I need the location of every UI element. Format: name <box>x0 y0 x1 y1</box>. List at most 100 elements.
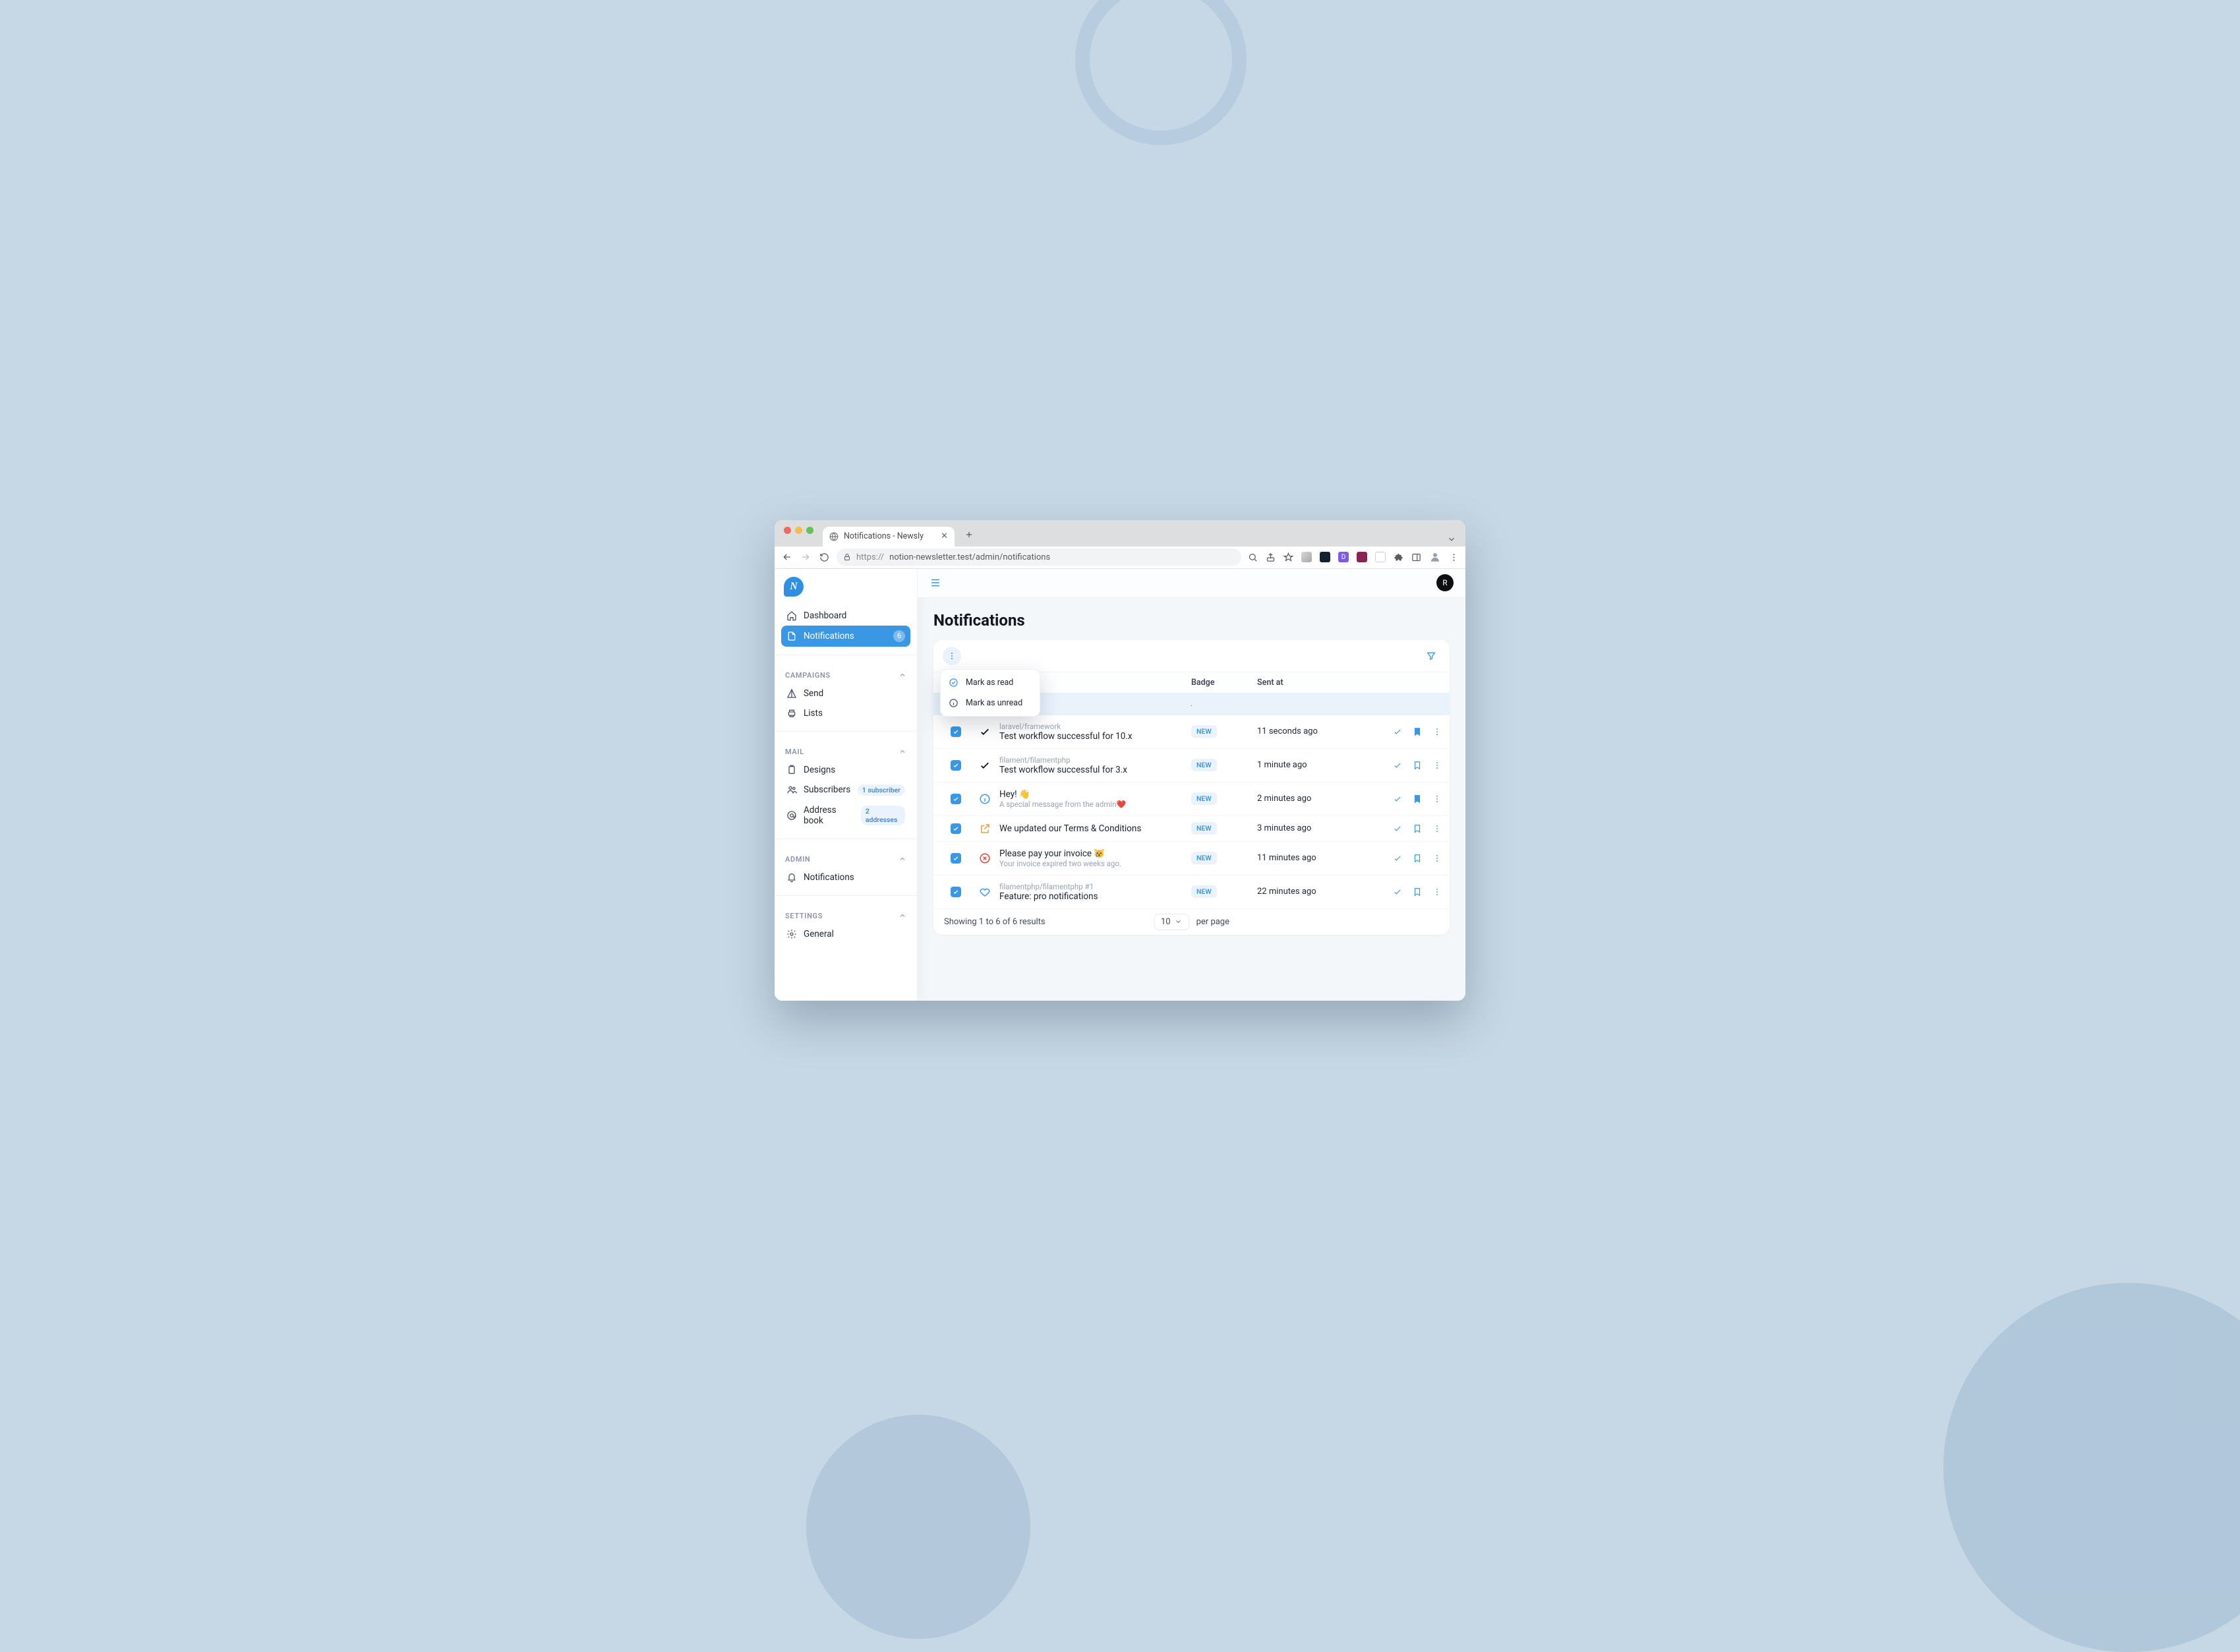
sidebar-item-addressbook[interactable]: Address book 2 addresses <box>781 800 910 831</box>
row-more[interactable] <box>1432 887 1442 897</box>
profile-icon[interactable] <box>1429 551 1441 563</box>
sidebar-heading[interactable]: SETTINGS <box>781 905 910 924</box>
row-more[interactable] <box>1432 824 1442 833</box>
tabs-chevron[interactable] <box>1443 535 1460 544</box>
row-read-check[interactable] <box>1393 761 1402 770</box>
share-icon[interactable] <box>1266 552 1276 562</box>
window-max-dot[interactable] <box>806 527 813 534</box>
mark-read-item[interactable]: Mark as read <box>941 672 1040 693</box>
row-read-check[interactable] <box>1393 727 1402 736</box>
close-icon[interactable]: ✕ <box>941 531 948 541</box>
row-more[interactable] <box>1432 727 1442 736</box>
table-row[interactable]: We updated our Terms & ConditionsNEW3 mi… <box>933 815 1450 841</box>
chevron-up-icon <box>899 748 906 755</box>
row-bookmark[interactable] <box>1413 887 1422 897</box>
row-title: Hey! 👋 <box>999 789 1191 800</box>
row-bookmark[interactable] <box>1413 854 1422 863</box>
extension-icon[interactable] <box>1357 552 1367 562</box>
puzzle-icon[interactable] <box>1394 552 1403 562</box>
row-subtitle: A special message from the admin❤️ <box>999 800 1191 809</box>
menu-item-label: Mark as read <box>966 678 1013 688</box>
row-title: Feature: pro notifications <box>999 891 1191 902</box>
window-close-dot[interactable] <box>784 527 791 534</box>
row-type-icon <box>970 886 999 898</box>
row-checkbox[interactable] <box>951 853 961 864</box>
gear-icon <box>786 929 797 939</box>
tab-title: Notifications - Newsly <box>844 531 924 541</box>
row-checkbox[interactable] <box>951 726 961 737</box>
sidebar-item-general[interactable]: General <box>781 924 910 944</box>
lock-icon <box>843 553 851 561</box>
row-read-check[interactable] <box>1393 854 1402 863</box>
window-min-dot[interactable] <box>795 527 802 534</box>
sidebar-item-subscribers[interactable]: Subscribers 1 subscriber <box>781 780 910 800</box>
row-bookmark[interactable] <box>1413 761 1422 770</box>
row-read-check[interactable] <box>1393 794 1402 804</box>
row-sent: 22 minutes ago <box>1257 887 1376 897</box>
row-actions <box>1376 887 1442 897</box>
url-input[interactable]: https://notion-newsletter.test/admin/not… <box>837 548 1241 566</box>
search-icon[interactable] <box>1248 552 1258 562</box>
col-badge[interactable]: Badge <box>1191 678 1257 688</box>
row-checkbox[interactable] <box>951 794 961 804</box>
row-sent: 3 minutes ago <box>1257 823 1376 833</box>
table-row[interactable]: filament/filamentphpTest workflow succes… <box>933 748 1450 782</box>
sidebar-heading[interactable]: MAIL <box>781 741 910 760</box>
sidebar-item-notifications[interactable]: Notifications 6 <box>781 626 910 647</box>
extension-icon[interactable] <box>1320 552 1330 562</box>
row-bookmark[interactable] <box>1413 824 1422 833</box>
nav-forward[interactable] <box>800 552 811 562</box>
table-row[interactable]: Hey! 👋A special message from the admin❤️… <box>933 782 1450 815</box>
filter-button[interactable] <box>1422 647 1440 665</box>
row-checkbox[interactable] <box>951 823 961 834</box>
sidebar-toggle[interactable] <box>929 577 941 589</box>
new-tab-button[interactable] <box>960 525 978 544</box>
avatar[interactable]: R <box>1436 574 1454 591</box>
row-more[interactable] <box>1432 854 1442 863</box>
row-bookmark[interactable] <box>1413 727 1422 736</box>
panel-icon[interactable] <box>1411 552 1421 562</box>
sidebar-item-admin-notifications[interactable]: Notifications <box>781 868 910 887</box>
app-root: N Dashboard Notifications 6 CAMPAIGNS <box>775 569 1465 1001</box>
browser-tab[interactable]: Notifications - Newsly ✕ <box>823 527 955 546</box>
per-page-select[interactable]: 10 <box>1154 914 1190 930</box>
bulk-actions-button[interactable] <box>943 647 961 665</box>
table-row[interactable]: filamentphp/filamentphp #1Feature: pro n… <box>933 875 1450 908</box>
sidebar-item-designs[interactable]: Designs <box>781 760 910 780</box>
row-bookmark[interactable] <box>1413 794 1422 804</box>
sidebar-heading[interactable]: CAMPAIGNS <box>781 664 910 684</box>
extension-icon[interactable]: D <box>1338 552 1349 562</box>
row-read-check[interactable] <box>1393 887 1402 897</box>
row-text: Please pay your invoice 😿Your invoice ex… <box>999 848 1191 868</box>
row-type-icon <box>970 823 999 835</box>
sidebar-item-send[interactable]: Send <box>781 684 910 703</box>
sidebar-item-dashboard[interactable]: Dashboard <box>781 606 910 626</box>
col-sent[interactable]: Sent at <box>1257 678 1376 688</box>
arrow-left-icon <box>782 552 792 562</box>
row-more[interactable] <box>1432 761 1442 770</box>
sidebar-badge: 6 <box>893 630 905 642</box>
row-type-icon <box>970 726 999 738</box>
table-row[interactable]: laravel/frameworkTest workflow successfu… <box>933 715 1450 748</box>
row-checkbox[interactable] <box>951 760 961 771</box>
notifications-card: Mark as read Mark as unread Badge Sent a… <box>933 640 1450 935</box>
table-row[interactable]: Please pay your invoice 😿Your invoice ex… <box>933 841 1450 875</box>
nav-back[interactable] <box>781 552 793 562</box>
nav-reload[interactable] <box>818 552 830 562</box>
select-all-link-tail: . <box>1191 699 1193 709</box>
sidebar-item-label: Subscribers <box>804 784 850 795</box>
kebab-icon[interactable] <box>1449 552 1459 562</box>
star-icon[interactable] <box>1283 552 1293 562</box>
sidebar-pill: 2 addresses <box>861 806 905 825</box>
row-checkbox[interactable] <box>951 887 961 897</box>
sidebar-item-lists[interactable]: Lists <box>781 703 910 723</box>
row-read-check[interactable] <box>1393 824 1402 833</box>
document-icon <box>786 631 797 641</box>
extension-icon[interactable] <box>1301 552 1312 562</box>
row-more[interactable] <box>1432 794 1442 804</box>
sidebar-heading[interactable]: ADMIN <box>781 848 910 868</box>
extension-icon[interactable] <box>1375 552 1386 562</box>
sidebar-item-label: General <box>804 929 834 939</box>
brand[interactable]: N <box>775 569 917 602</box>
mark-unread-item[interactable]: Mark as unread <box>941 693 1040 713</box>
